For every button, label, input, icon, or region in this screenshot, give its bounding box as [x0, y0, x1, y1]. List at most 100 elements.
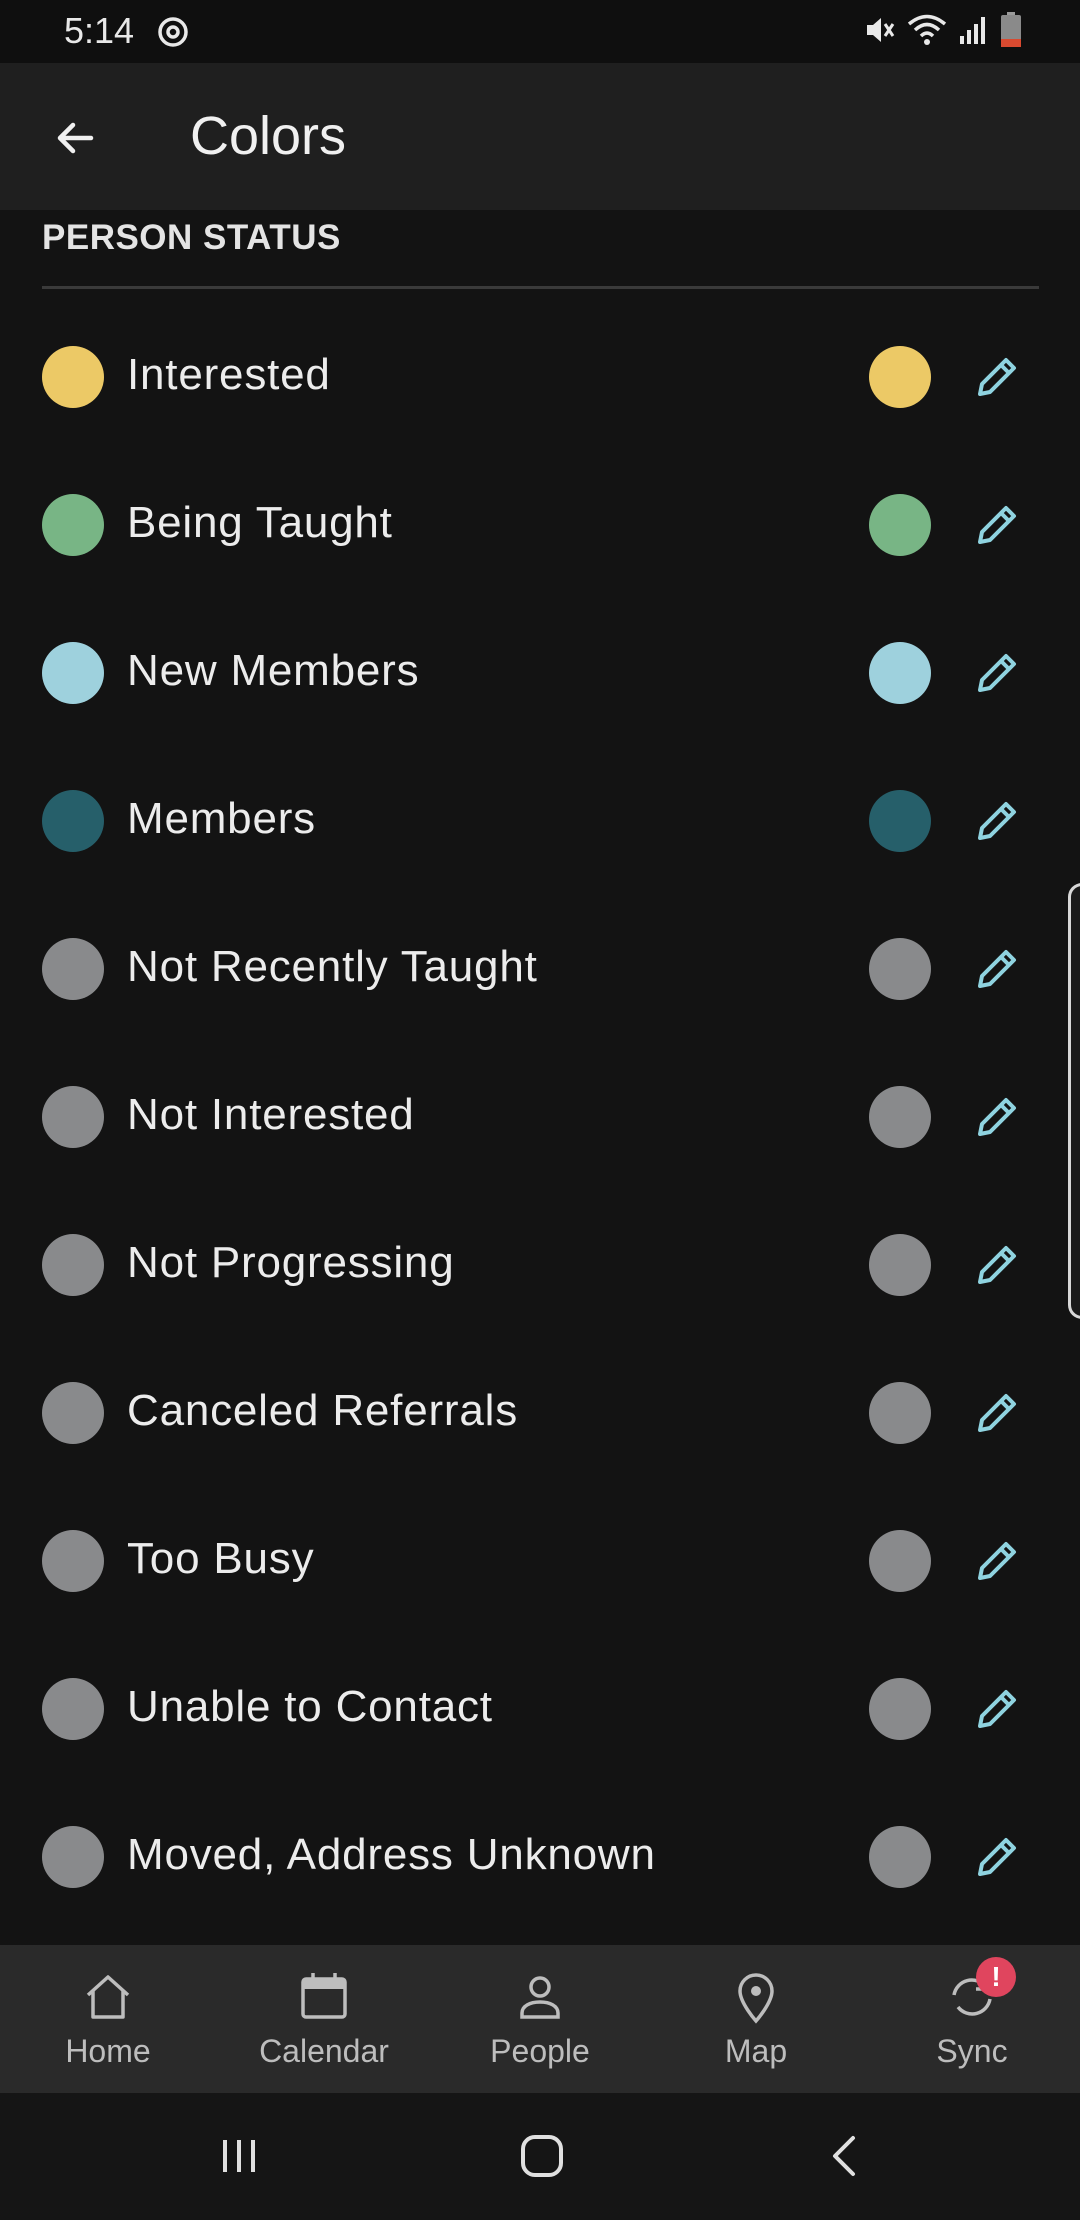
- status-label: Being Taught: [127, 498, 393, 547]
- wifi-icon: [906, 13, 948, 47]
- edit-color-button[interactable]: [966, 1826, 1028, 1888]
- color-swatch-button[interactable]: [869, 1382, 931, 1444]
- edit-color-button[interactable]: [966, 1234, 1028, 1296]
- system-nav-bar: [0, 2093, 1080, 2220]
- status-label: Interested: [127, 350, 331, 399]
- pencil-icon: [978, 1690, 1016, 1728]
- status-color-indicator: [42, 1530, 104, 1592]
- scrollbar-thumb[interactable]: [1068, 883, 1080, 1319]
- arrow-left-icon: [57, 122, 94, 154]
- status-label: Members: [127, 794, 316, 843]
- nav-item-people[interactable]: People: [432, 1945, 648, 2093]
- status-color-indicator: [42, 790, 104, 852]
- status-label: Moved, Address Unknown: [127, 1830, 656, 1879]
- pencil-icon: [978, 950, 1016, 988]
- color-swatch-button[interactable]: [869, 1826, 931, 1888]
- edit-color-button[interactable]: [966, 790, 1028, 852]
- color-swatch-button[interactable]: [869, 1234, 931, 1296]
- edit-color-button[interactable]: [966, 346, 1028, 408]
- nav-item-calendar[interactable]: Calendar: [216, 1945, 432, 2093]
- status-label: New Members: [127, 646, 420, 695]
- status-icons: [862, 12, 1022, 48]
- edit-color-button[interactable]: [966, 938, 1028, 1000]
- back-button[interactable]: [40, 103, 110, 173]
- status-color-indicator: [42, 346, 104, 408]
- edit-color-button[interactable]: [966, 1086, 1028, 1148]
- color-swatch-button[interactable]: [869, 938, 931, 1000]
- color-swatch-button[interactable]: [869, 1678, 931, 1740]
- nav-item-map[interactable]: Map: [648, 1945, 864, 2093]
- status-row: Being Taught: [0, 448, 1080, 596]
- nav-label-people: People: [490, 2033, 590, 2069]
- status-color-indicator: [42, 494, 104, 556]
- color-swatch-button[interactable]: [869, 494, 931, 556]
- status-color-indicator: [42, 1234, 104, 1296]
- home-system-button[interactable]: [509, 2123, 575, 2189]
- section-divider: [42, 286, 1039, 289]
- nav-item-sync[interactable]: ! Sync: [864, 1945, 1080, 2093]
- status-color-indicator: [42, 938, 104, 1000]
- back-chevron-icon: [833, 2136, 855, 2176]
- edit-color-button[interactable]: [966, 1678, 1028, 1740]
- status-label: Not Interested: [127, 1090, 415, 1139]
- status-label: Canceled Referrals: [127, 1386, 519, 1435]
- status-row: Not Interested: [0, 1040, 1080, 1188]
- pencil-icon: [978, 654, 1016, 692]
- edit-color-button[interactable]: [966, 494, 1028, 556]
- back-system-button[interactable]: [812, 2123, 878, 2189]
- battery-low-icon: [1000, 12, 1022, 48]
- color-swatch-button[interactable]: [869, 1086, 931, 1148]
- color-swatch-button[interactable]: [869, 790, 931, 852]
- status-bar: 5:14: [0, 0, 1080, 63]
- home-circle-icon: [521, 2135, 563, 2177]
- status-row: Not Recently Taught: [0, 892, 1080, 1040]
- section-header: PERSON STATUS: [42, 218, 341, 257]
- status-color-indicator: [42, 642, 104, 704]
- status-color-indicator: [42, 1826, 104, 1888]
- home-icon: [86, 1975, 130, 2019]
- mute-icon: [862, 13, 896, 47]
- edit-color-button[interactable]: [966, 1530, 1028, 1592]
- nav-label-calendar: Calendar: [259, 2033, 389, 2069]
- status-row: Canceled Referrals: [0, 1336, 1080, 1484]
- recents-icon: [223, 2140, 255, 2172]
- pencil-icon: [978, 358, 1016, 396]
- nav-item-home[interactable]: Home: [0, 1945, 216, 2093]
- status-time: 5:14: [64, 10, 135, 51]
- recents-button[interactable]: [206, 2123, 272, 2189]
- signal-icon: [958, 14, 990, 46]
- pencil-icon: [978, 506, 1016, 544]
- pencil-icon: [978, 1098, 1016, 1136]
- edit-color-button[interactable]: [966, 642, 1028, 704]
- status-label: Not Progressing: [127, 1238, 455, 1287]
- sync-status-icon: [155, 14, 191, 50]
- sync-alert-badge: !: [976, 1957, 1016, 1997]
- status-row: New Members: [0, 596, 1080, 744]
- edit-color-button[interactable]: [966, 1382, 1028, 1444]
- color-swatch-button[interactable]: [869, 346, 931, 408]
- status-label: Not Recently Taught: [127, 942, 538, 991]
- color-swatch-button[interactable]: [869, 642, 931, 704]
- app-bar: Colors: [0, 63, 1080, 210]
- status-row: Interested: [0, 300, 1080, 448]
- status-row: Not Progressing: [0, 1188, 1080, 1336]
- page-title: Colors: [190, 106, 347, 166]
- pencil-icon: [978, 1394, 1016, 1432]
- status-label: Too Busy: [127, 1534, 315, 1583]
- pencil-icon: [978, 1246, 1016, 1284]
- pencil-icon: [978, 802, 1016, 840]
- status-row: Too Busy: [0, 1484, 1080, 1632]
- pencil-icon: [978, 1838, 1016, 1876]
- calendar-icon: [301, 1973, 347, 2019]
- status-row: Members: [0, 744, 1080, 892]
- nav-label-sync: Sync: [936, 2033, 1008, 2069]
- status-color-indicator: [42, 1678, 104, 1740]
- color-swatch-button[interactable]: [869, 1530, 931, 1592]
- pencil-icon: [978, 1542, 1016, 1580]
- status-color-indicator: [42, 1382, 104, 1444]
- status-row: Unable to Contact: [0, 1632, 1080, 1780]
- status-row: Moved, Address Unknown: [0, 1780, 1080, 1928]
- nav-label-map: Map: [724, 2033, 788, 2069]
- status-color-list: Interested Being Taught New Members Members…: [0, 300, 1080, 1928]
- person-icon: [520, 1976, 560, 2019]
